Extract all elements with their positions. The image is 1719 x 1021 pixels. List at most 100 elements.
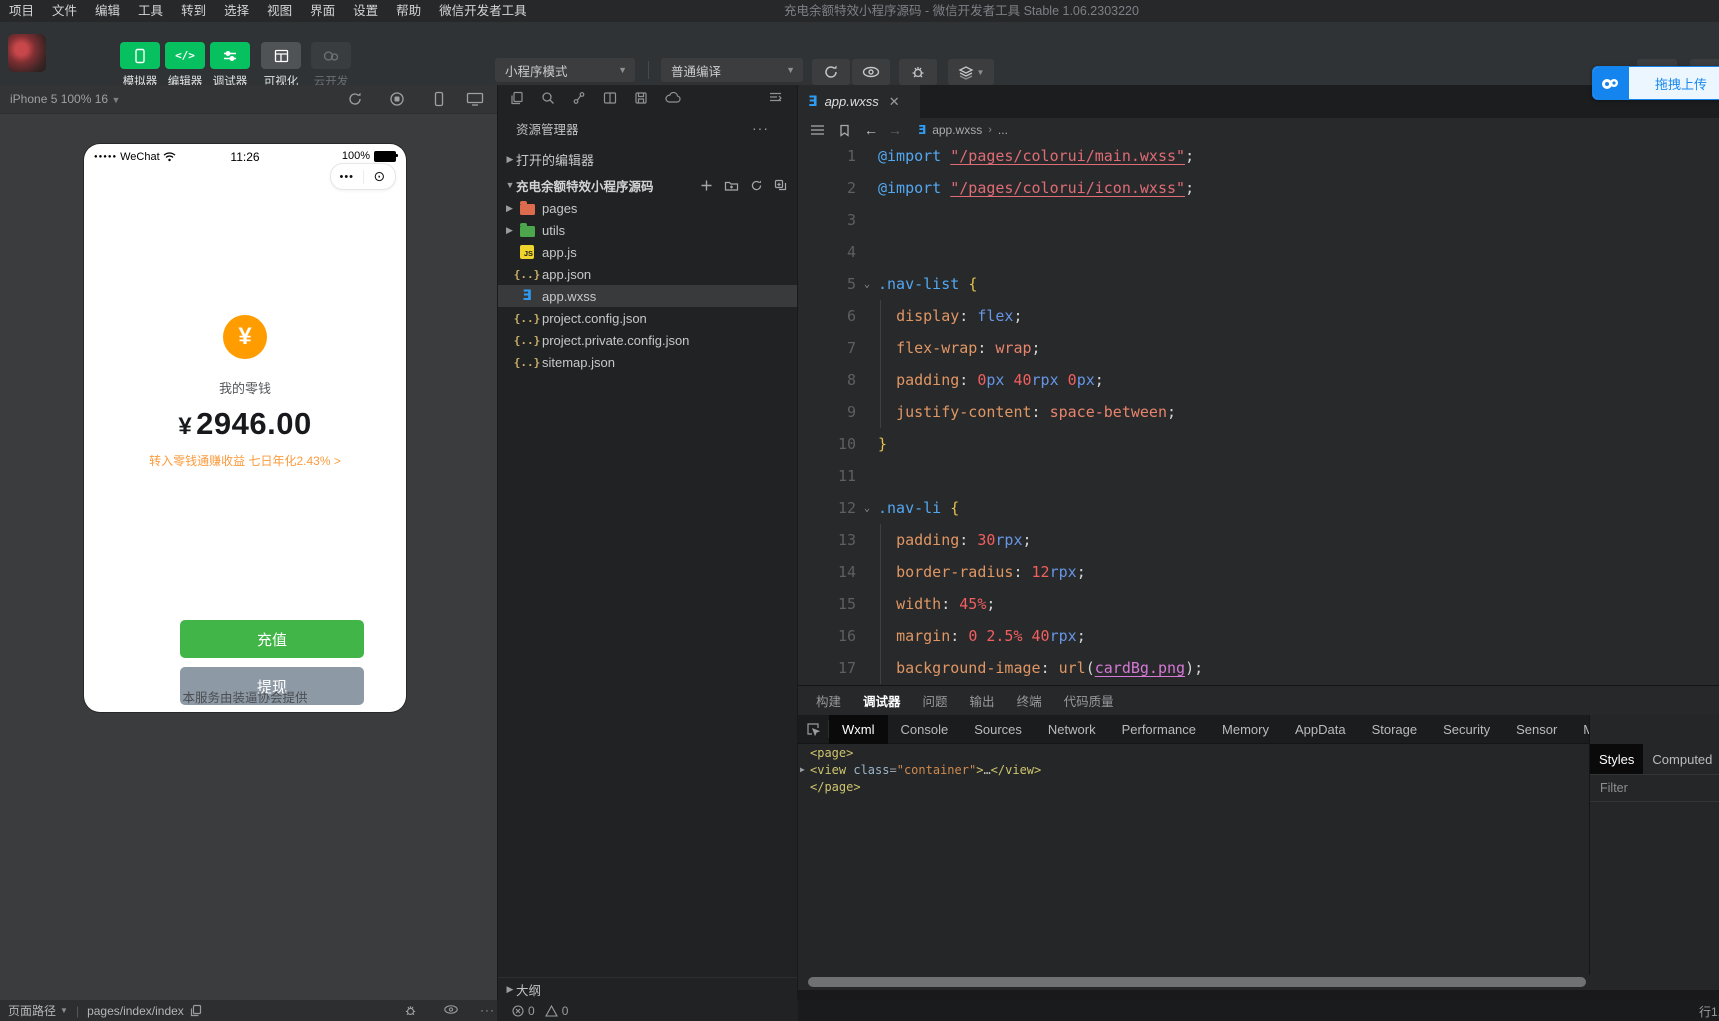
menu-item-7[interactable]: 界面 [301, 0, 344, 22]
menu-item-4[interactable]: 转到 [172, 0, 215, 22]
panel-tab-3[interactable]: 输出 [970, 691, 995, 710]
split-editor-icon[interactable] [603, 91, 617, 105]
file-item-project.private.config.json[interactable]: {..} project.private.config.json [498, 329, 797, 351]
copy-icon[interactable] [190, 1004, 202, 1017]
device-selector[interactable]: iPhone 5 100% 16 ▼ [10, 92, 120, 106]
devtools-tab-sensor[interactable]: Sensor [1503, 715, 1570, 744]
outline-toggle-icon[interactable] [768, 90, 783, 104]
monitor-icon[interactable] [466, 91, 484, 107]
fold-chevron-icon[interactable]: ⌄ [856, 279, 878, 290]
device-debug-button[interactable] [899, 59, 937, 85]
more-actions-icon[interactable]: ··· [752, 120, 769, 136]
devtools-tab-memory[interactable]: Memory [1209, 715, 1282, 744]
code-line-5[interactable]: 5 ⌄ .nav-list { [798, 268, 1719, 300]
refresh-icon[interactable] [750, 179, 763, 192]
drag-upload-badge[interactable]: 拖拽上传 [1592, 66, 1719, 100]
code-line-14[interactable]: 14 border-radius: 12rpx; [798, 556, 1719, 588]
record-icon[interactable] [389, 91, 405, 107]
close-icon[interactable]: ✕ [889, 94, 900, 110]
devtools-tab-storage[interactable]: Storage [1359, 715, 1431, 744]
wealth-promo-link[interactable]: 转入零钱通赚收益 七日年化2.43% > [84, 452, 406, 469]
horizontal-scrollbar[interactable] [808, 977, 1586, 987]
outline-list-icon[interactable] [810, 124, 825, 136]
code-line-13[interactable]: 13 padding: 30rpx; [798, 524, 1719, 556]
panel-tab-5[interactable]: 代码质量 [1064, 691, 1114, 710]
code-line-6[interactable]: 6 display: flex; [798, 300, 1719, 332]
compile-button[interactable] [812, 59, 850, 85]
file-item-app.wxss[interactable]: Ǝapp.wxss [498, 285, 797, 307]
code-line-4[interactable]: 4 [798, 236, 1719, 268]
menu-item-2[interactable]: 编辑 [86, 0, 129, 22]
mode-button-debugger-sliders[interactable]: 调试器 [207, 42, 253, 89]
scheme-select[interactable]: 小程序模式 ▼ [495, 58, 635, 82]
menu-item-9[interactable]: 帮助 [387, 0, 430, 22]
compile-mode-select[interactable]: 普通编译 ▼ [661, 58, 803, 82]
devtools-tab-security[interactable]: Security [1430, 715, 1503, 744]
outline-section[interactable]: ▶ 大纲 [498, 977, 797, 1000]
styles-filter[interactable]: Filter [1590, 775, 1719, 802]
code-line-8[interactable]: 8 padding: 0px 40rpx 0px; [798, 364, 1719, 396]
devtools-tab-network[interactable]: Network [1035, 715, 1109, 744]
file-item-project.config.json[interactable]: {..} project.config.json [498, 307, 797, 329]
visibility-eye-icon[interactable] [443, 1003, 459, 1016]
devtools-tab-performance[interactable]: Performance [1109, 715, 1209, 744]
capsule-close-icon[interactable]: ⊙ [364, 168, 396, 185]
code-line-11[interactable]: 11 [798, 460, 1719, 492]
mode-button-visualization-layout[interactable]: 可视化 [258, 42, 304, 89]
menu-item-3[interactable]: 工具 [129, 0, 172, 22]
panel-tab-2[interactable]: 问题 [923, 691, 948, 710]
inspect-element-icon[interactable] [798, 720, 829, 738]
cloud-icon[interactable] [665, 92, 681, 104]
panel-tab-1[interactable]: 调试器 [863, 691, 901, 710]
more-icon[interactable]: ··· [480, 1003, 495, 1017]
tab-app-wxss[interactable]: Ǝ app.wxss ✕ [798, 85, 920, 118]
new-file-icon[interactable] [700, 179, 713, 192]
file-item-app.json[interactable]: {..} app.json [498, 263, 797, 285]
code-line-16[interactable]: 16 margin: 0 2.5% 40rpx; [798, 620, 1719, 652]
save-icon[interactable] [634, 91, 648, 105]
nav-back-icon[interactable]: ← [864, 122, 878, 138]
panel-tab-0[interactable]: 构建 [816, 691, 841, 710]
code-line-1[interactable]: 1 @import "/pages/colorui/main.wxss"; [798, 140, 1719, 172]
wxml-node-0[interactable]: <page> [798, 744, 1590, 761]
expand-arrow-icon[interactable]: ▶ [800, 765, 810, 774]
mode-button-editor-code[interactable]: </> 编辑器 [162, 42, 208, 89]
code-line-12[interactable]: 12 ⌄ .nav-li { [798, 492, 1719, 524]
source-control-icon[interactable] [572, 91, 586, 105]
vconsole-bug-icon[interactable] [403, 1003, 418, 1018]
code-line-3[interactable]: 3 [798, 204, 1719, 236]
cursor-position[interactable]: 行1, [1699, 1003, 1719, 1020]
file-item-pages[interactable]: ▶ pages [498, 197, 797, 219]
mode-button-simulator-phone[interactable]: 模拟器 [117, 42, 163, 89]
menu-item-8[interactable]: 设置 [344, 0, 387, 22]
code-line-9[interactable]: 9 justify-content: space-between; [798, 396, 1719, 428]
recharge-button[interactable]: 充值 [180, 620, 364, 658]
new-folder-icon[interactable] [724, 179, 739, 192]
code-line-7[interactable]: 7 flex-wrap: wrap; [798, 332, 1719, 364]
devtools-tab-sources[interactable]: Sources [961, 715, 1035, 744]
page-path-value[interactable]: pages/index/index [87, 1004, 184, 1018]
menu-item-0[interactable]: 项目 [0, 0, 43, 22]
clear-cache-button[interactable]: ▼ [948, 59, 994, 85]
menu-item-6[interactable]: 视图 [258, 0, 301, 22]
open-editors-section[interactable]: ▶ 打开的编辑器 [498, 147, 797, 171]
collapse-all-icon[interactable] [774, 179, 787, 192]
file-item-sitemap.json[interactable]: {..} sitemap.json [498, 351, 797, 373]
devtools-tab-wxml[interactable]: Wxml [829, 714, 888, 744]
code-line-15[interactable]: 15 width: 45%; [798, 588, 1719, 620]
search-icon[interactable] [541, 91, 555, 105]
wxml-node-1[interactable]: ▶ <view class = "container" >… </view> [798, 761, 1590, 778]
breadcrumb-file[interactable]: app.wxss [932, 123, 982, 137]
phone-frame-icon[interactable] [431, 91, 447, 107]
file-item-app.js[interactable]: JS app.js [498, 241, 797, 263]
panel-tab-4[interactable]: 终端 [1017, 691, 1042, 710]
user-avatar[interactable] [8, 34, 46, 72]
bookmark-icon[interactable] [839, 124, 850, 137]
code-editor[interactable]: 1 @import "/pages/colorui/main.wxss"; 2 @im… [798, 140, 1719, 684]
menu-item-10[interactable]: 微信开发者工具 [430, 0, 536, 22]
code-line-10[interactable]: 10} [798, 428, 1719, 460]
devtools-tab-appdata[interactable]: AppData [1282, 715, 1359, 744]
project-root[interactable]: ▼ 充电余额特效小程序源码 [498, 173, 797, 197]
status-problems[interactable]: 0 0 [497, 1000, 798, 1021]
breadcrumb-more[interactable]: ... [998, 123, 1008, 137]
